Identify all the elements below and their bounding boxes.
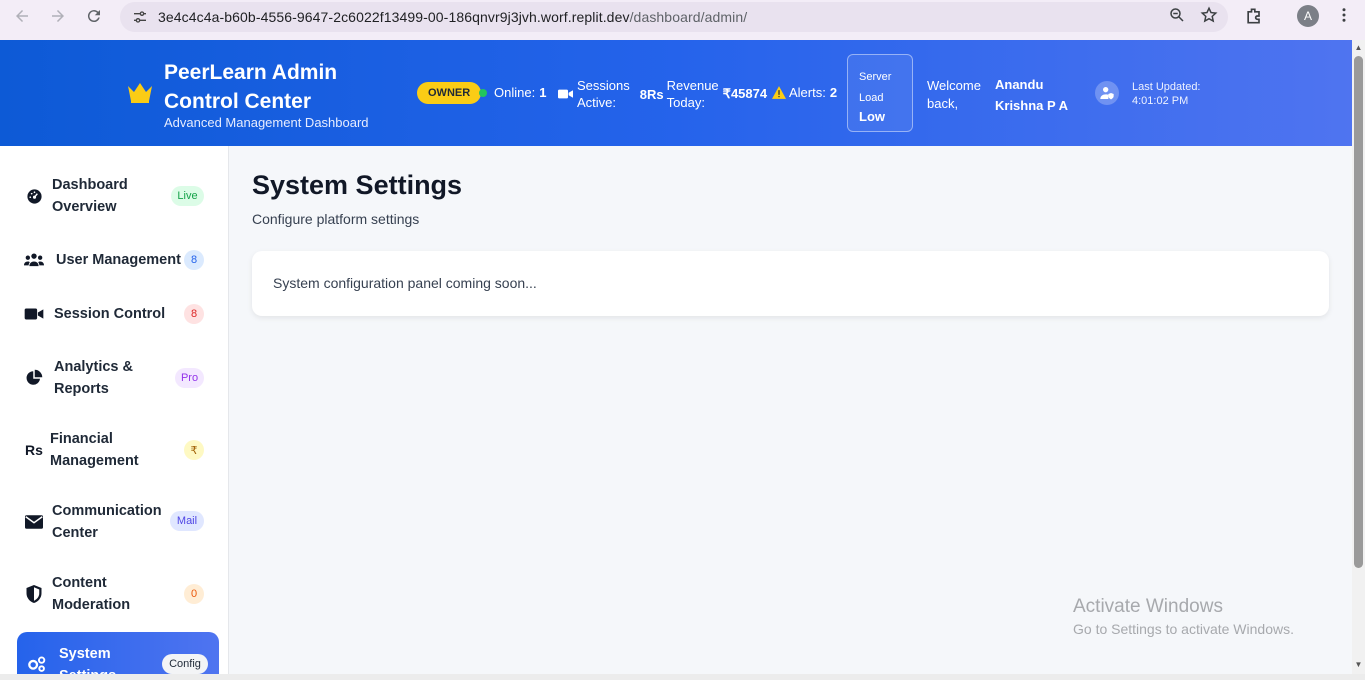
count-badge: 0 [184, 584, 204, 604]
server-label: Server [859, 71, 892, 83]
load-label: Load [859, 92, 884, 104]
sidebar-item-dashboard-overview[interactable]: Dashboard Overview Live [17, 168, 219, 224]
gauge-icon [24, 186, 44, 206]
sessions-stat: Sessions Active: 8 [558, 77, 647, 111]
currency-badge: ₹ [184, 440, 204, 460]
sidebar-item-label: Session Control [54, 306, 166, 322]
site-info-icon[interactable] [130, 7, 150, 27]
crown-icon [128, 83, 152, 103]
url-host: 3e4c4c4a-b60b-4556-9647-2c6022f13499-00-… [158, 9, 630, 25]
bookmark-star-icon[interactable] [1200, 6, 1218, 29]
sidebar-item-session-control[interactable]: Session Control 8 [17, 296, 219, 332]
sidebar-item-label: Content Moderation [52, 575, 131, 613]
page-scrollbar[interactable]: ▲ ▼ [1352, 40, 1365, 674]
last-updated: Last Updated: 4:01:02 PM [1132, 80, 1201, 108]
page-subtitle: Configure platform settings [252, 211, 420, 227]
gears-icon [27, 654, 47, 674]
extensions-icon[interactable] [1244, 6, 1264, 31]
alerts-value: 2 [829, 85, 838, 100]
scroll-down-arrow-icon[interactable]: ▼ [1354, 660, 1363, 670]
count-badge: 8 [184, 250, 204, 270]
pie-chart-icon [24, 368, 44, 388]
back-button[interactable] [4, 0, 40, 32]
activate-windows-title: Activate Windows [1073, 596, 1223, 617]
sidebar-item-label: Analytics & Reports [54, 359, 133, 397]
revenue-label: Revenue Today: [666, 78, 719, 110]
rupee-icon: Rs [647, 86, 664, 102]
sidebar-item-content-moderation[interactable]: Content Moderation 0 [17, 566, 219, 622]
pro-badge: Pro [175, 368, 204, 388]
role-badge: OWNER [417, 82, 482, 104]
page-title: System Settings [252, 170, 463, 200]
url-text: 3e4c4c4a-b60b-4556-9647-2c6022f13499-00-… [158, 9, 747, 25]
video-icon [24, 304, 44, 324]
rupee-icon: Rs [25, 442, 43, 458]
revenue-value: ₹45874 [722, 86, 768, 101]
sidebar-item-label: Communication Center [52, 503, 162, 541]
count-badge: 8 [184, 304, 204, 324]
address-bar[interactable]: 3e4c4c4a-b60b-4556-9647-2c6022f13499-00-… [120, 2, 1228, 32]
browser-toolbar: 3e4c4c4a-b60b-4556-9647-2c6022f13499-00-… [0, 0, 1365, 40]
sidebar-item-label: Financial Management [50, 431, 139, 469]
online-label: Online: [494, 85, 536, 100]
online-status-dot [479, 89, 487, 97]
live-badge: Live [171, 186, 204, 206]
scroll-thumb[interactable] [1354, 56, 1363, 568]
profile-avatar[interactable]: A [1297, 5, 1319, 27]
welcome-text: Welcome back, [927, 78, 981, 111]
zoom-icon[interactable] [1168, 6, 1186, 29]
brand-title: PeerLearn Admin Control Center [164, 61, 338, 113]
online-value: 1 [539, 85, 547, 100]
shield-icon [24, 584, 44, 604]
mail-badge: Mail [170, 511, 204, 531]
arrow-left-icon [16, 10, 28, 22]
alerts-stat: Alerts: 2 [772, 85, 837, 100]
activate-windows-subtitle: Go to Settings to activate Windows. [1073, 621, 1294, 637]
brand-subtitle: Advanced Management Dashboard [164, 115, 369, 130]
sidebar-item-analytics-reports[interactable]: Analytics & Reports Pro [17, 350, 219, 406]
app-header: PeerLearn Admin Control Center Advanced … [0, 40, 1352, 146]
sidebar-item-label: Dashboard Overview [52, 177, 128, 215]
server-load-card: Server Load Low [847, 54, 913, 132]
video-camera-icon [558, 89, 573, 99]
reload-icon [87, 10, 100, 23]
sidebar-item-financial-management[interactable]: Rs Financial Management ₹ [17, 422, 219, 478]
forward-button[interactable] [40, 0, 76, 32]
url-path: /dashboard/admin/ [629, 9, 748, 25]
last-updated-label: Last Updated: [1132, 81, 1201, 93]
server-load-value: Low [859, 109, 885, 124]
online-stat: Online: 1 [494, 85, 546, 100]
bottom-edge [0, 674, 1365, 680]
revenue-stat: Rs Revenue Today: ₹45874 [647, 77, 767, 111]
last-updated-time: 4:01:02 PM [1132, 95, 1189, 107]
arrow-right-icon [52, 10, 64, 22]
scroll-up-arrow-icon[interactable]: ▲ [1354, 43, 1363, 53]
sidebar-item-communication-center[interactable]: Communication Center Mail [17, 494, 219, 550]
alerts-label: Alerts: [789, 85, 826, 100]
envelope-icon [24, 512, 44, 532]
more-menu-icon[interactable] [1335, 6, 1353, 29]
warning-icon [772, 86, 786, 99]
panel-message: System configuration panel coming soon..… [273, 275, 537, 291]
sidebar: Dashboard Overview Live User Management 8… [0, 146, 229, 680]
reload-button[interactable] [76, 0, 112, 32]
sessions-label: Sessions Active: [577, 78, 630, 110]
users-icon [24, 250, 44, 270]
user-shield-icon[interactable] [1095, 81, 1119, 105]
sidebar-item-label: User Management [56, 252, 181, 268]
user-name: Anandu Krishna P A [995, 77, 1068, 113]
sidebar-item-system-settings[interactable]: SystemSettings Config [17, 632, 219, 680]
sessions-value: 8 [639, 86, 647, 102]
system-config-panel: System configuration panel coming soon..… [252, 251, 1329, 316]
sidebar-item-user-management[interactable]: User Management 8 [17, 242, 219, 278]
config-badge: Config [162, 654, 208, 674]
